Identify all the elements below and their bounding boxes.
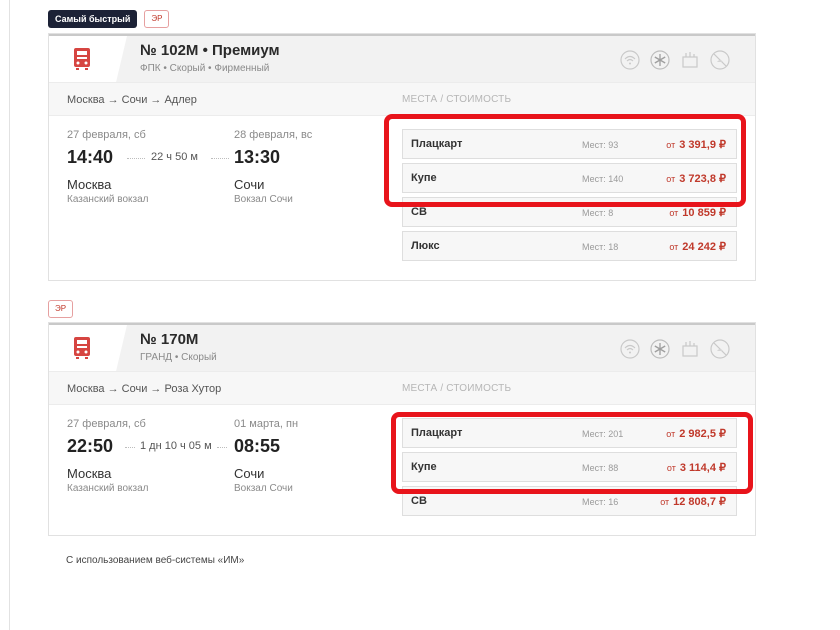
- arrive-time: 08:55: [234, 436, 281, 456]
- fare-from: от: [660, 497, 670, 507]
- fare-price[interactable]: от 24 242 ₽: [669, 240, 726, 253]
- highlight-box: [391, 412, 753, 494]
- arrive-city: Сочи: [234, 466, 265, 481]
- duration-dots-right: [211, 158, 229, 159]
- fare-price-value: 24 242 ₽: [682, 241, 726, 253]
- fastest-badge: Самый быстрый: [48, 10, 138, 28]
- fare-price-value: 12 808,7 ₽: [673, 496, 726, 508]
- train2-badges: ЭР: [48, 300, 74, 318]
- train1-badges: Самый быстрый ЭР: [48, 10, 170, 28]
- wifi-icon: [619, 49, 641, 71]
- arrive-city: Сочи: [234, 177, 265, 192]
- train-number[interactable]: № 170М: [140, 331, 198, 348]
- duration-dots-left: [127, 158, 145, 159]
- duration: 1 дн 10 ч 05 м: [140, 440, 212, 452]
- depart-city: Москва: [67, 177, 112, 192]
- footer-note: С использованием веб-системы «ИМ»: [66, 555, 245, 566]
- depart-date: 27 февраля, сб: [67, 129, 146, 141]
- fare-seats: Мест: 8: [582, 208, 614, 218]
- train-subtitle: ГРАНД • Скорый: [140, 352, 217, 363]
- fare-row-lux[interactable]: Люкс Мест: 18 от 24 242 ₽: [402, 231, 737, 261]
- train-card-header: № 170М ГРАНД • Скорый: [49, 323, 755, 371]
- snowflake-icon: [649, 49, 671, 71]
- depart-city: Москва: [67, 466, 112, 481]
- fare-price[interactable]: от 12 808,7 ₽: [660, 495, 726, 508]
- depart-date: 27 февраля, сб: [67, 418, 146, 430]
- places-header: МЕСТА / СТОИМОСТЬ: [402, 383, 512, 394]
- left-divider: [9, 0, 10, 630]
- train-icon: [49, 325, 127, 371]
- train-icon: [49, 36, 127, 82]
- depart-station: Казанский вокзал: [67, 483, 149, 494]
- depart-time: 22:50: [67, 436, 114, 456]
- food-icon: [679, 338, 701, 360]
- places-header: МЕСТА / СТОИМОСТЬ: [402, 94, 512, 105]
- route-row: Москва → Сочи → Адлер МЕСТА / СТОИМОСТЬ: [49, 82, 755, 116]
- fare-seats: Мест: 16: [582, 497, 619, 507]
- arrive-date: 28 февраля, вс: [234, 129, 313, 141]
- route: Москва → Сочи → Адлер: [67, 94, 197, 106]
- highlight-box: [384, 114, 746, 207]
- train-subtitle: ФПК • Скорый • Фирменный: [140, 63, 270, 74]
- fare-class: СВ: [411, 206, 427, 218]
- no-pets-icon: [709, 49, 731, 71]
- fare-seats: Мест: 18: [582, 242, 619, 252]
- wifi-icon: [619, 338, 641, 360]
- train-card-header: № 102М • Премиум ФПК • Скорый • Фирменны…: [49, 34, 755, 82]
- arrive-date: 01 марта, пн: [234, 418, 299, 430]
- er-badge: ЭР: [48, 300, 74, 318]
- food-icon: [679, 49, 701, 71]
- fare-from: от: [669, 242, 679, 252]
- route-row: Москва → Сочи → Роза Хутор МЕСТА / СТОИМ…: [49, 371, 755, 405]
- amenities: [619, 338, 731, 360]
- train-number[interactable]: № 102М • Премиум: [140, 42, 280, 59]
- arrive-station: Вокзал Сочи: [234, 194, 293, 205]
- fare-class: СВ: [411, 495, 427, 507]
- snowflake-icon: [649, 338, 671, 360]
- duration: 22 ч 50 м: [151, 151, 198, 163]
- no-pets-icon: [709, 338, 731, 360]
- fare-class: Люкс: [411, 240, 440, 252]
- amenities: [619, 49, 731, 71]
- duration-dots-right: [217, 447, 227, 448]
- duration-dots-left: [125, 447, 135, 448]
- depart-station: Казанский вокзал: [67, 194, 149, 205]
- fare-price-value: 10 859 ₽: [682, 207, 726, 219]
- route: Москва → Сочи → Роза Хутор: [67, 383, 222, 395]
- arrive-time: 13:30: [234, 147, 281, 167]
- er-badge: ЭР: [144, 10, 170, 28]
- arrive-station: Вокзал Сочи: [234, 483, 293, 494]
- fare-from: от: [669, 208, 679, 218]
- depart-time: 14:40: [67, 147, 114, 167]
- fare-price[interactable]: от 10 859 ₽: [669, 206, 726, 219]
